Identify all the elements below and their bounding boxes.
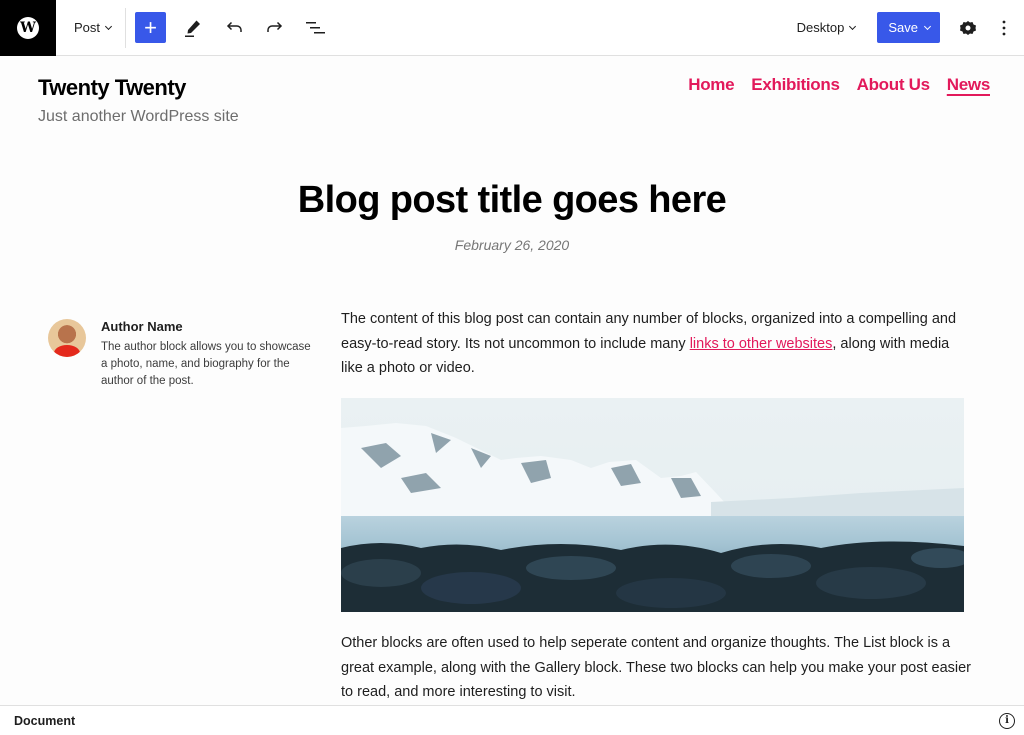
redo-icon xyxy=(267,21,283,32)
paragraph-block[interactable]: Other blocks are often used to help sepe… xyxy=(341,631,971,705)
plus-icon: + xyxy=(144,14,157,40)
wordpress-logo-button[interactable]: W xyxy=(0,0,56,56)
undo-icon xyxy=(226,21,242,32)
author-block[interactable]: Author Name The author block allows you … xyxy=(48,319,311,390)
author-avatar xyxy=(48,319,86,357)
site-title[interactable]: Twenty Twenty xyxy=(38,75,186,101)
post-type-label: Post xyxy=(74,20,101,35)
chevron-down-icon xyxy=(849,22,857,30)
post-type-switcher[interactable]: Post xyxy=(74,20,113,35)
editor-toolbar: W Post + Desktop Save xyxy=(0,0,1024,56)
nav-item-news[interactable]: News xyxy=(947,75,991,95)
info-icon[interactable]: i xyxy=(999,712,1015,729)
nav-item-home[interactable]: Home xyxy=(688,75,734,95)
editor-canvas: Twenty Twenty Just another WordPress sit… xyxy=(0,57,1024,705)
author-name: Author Name xyxy=(101,319,183,334)
save-button[interactable]: Save xyxy=(877,12,940,43)
undo-button[interactable] xyxy=(218,12,250,44)
toolbar-right: Desktop Save xyxy=(797,12,1024,44)
nav-item-exhibitions[interactable]: Exhibitions xyxy=(751,75,840,95)
wordpress-logo-icon: W xyxy=(17,16,39,39)
landscape-image xyxy=(341,398,964,612)
pen-icon xyxy=(185,20,201,37)
list-view-button[interactable] xyxy=(300,12,332,44)
post-date: February 26, 2020 xyxy=(454,237,570,253)
site-navigation: Home Exhibitions About Us News xyxy=(688,75,990,95)
site-tagline[interactable]: Just another WordPress site xyxy=(38,108,239,126)
gear-icon xyxy=(960,20,976,35)
nav-item-about-us[interactable]: About Us xyxy=(857,75,930,95)
settings-button[interactable] xyxy=(952,12,984,44)
inline-link[interactable]: links to other websites xyxy=(690,336,833,352)
kebab-icon xyxy=(1002,20,1006,35)
author-bio: The author block allows you to showcase … xyxy=(101,341,311,387)
options-button[interactable] xyxy=(994,12,1014,44)
save-label: Save xyxy=(888,20,918,35)
tools-button[interactable] xyxy=(177,12,209,44)
redo-button[interactable] xyxy=(259,12,291,44)
chevron-down-icon xyxy=(923,22,932,30)
post-title[interactable]: Blog post title goes here xyxy=(0,179,1024,222)
breadcrumb-document[interactable]: Document xyxy=(14,714,75,728)
list-view-icon xyxy=(306,21,326,33)
paragraph-block[interactable]: The content of this blog post can contai… xyxy=(341,307,971,381)
device-label: Desktop xyxy=(796,20,845,35)
add-block-button[interactable]: + xyxy=(135,12,167,43)
toolbar-divider xyxy=(125,7,127,48)
chevron-down-icon xyxy=(104,22,113,30)
block-breadcrumb-bar: Document i xyxy=(0,705,1024,735)
image-block[interactable] xyxy=(341,398,964,612)
device-preview-dropdown[interactable]: Desktop xyxy=(796,20,857,35)
